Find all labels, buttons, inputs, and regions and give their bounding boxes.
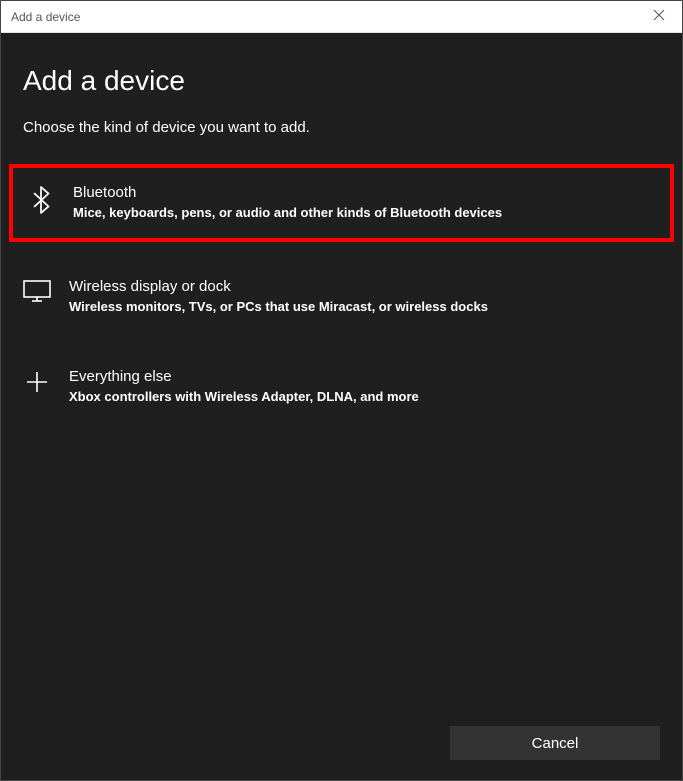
dialog-window: Add a device Add a device Choose the kin… (0, 0, 683, 781)
cancel-button[interactable]: Cancel (450, 726, 660, 760)
option-desc: Xbox controllers with Wireless Adapter, … (69, 389, 660, 404)
close-button[interactable] (636, 1, 682, 33)
option-text: Bluetooth Mice, keyboards, pens, or audi… (73, 184, 656, 220)
device-option-wireless-display[interactable]: Wireless display or dock Wireless monito… (9, 262, 674, 332)
plus-icon (23, 370, 51, 394)
option-title: Everything else (69, 368, 660, 385)
option-text: Wireless display or dock Wireless monito… (69, 278, 660, 314)
dialog-content: Add a device Choose the kind of device y… (1, 33, 682, 780)
page-heading: Add a device (23, 65, 660, 97)
window-title: Add a device (11, 10, 80, 24)
option-title: Bluetooth (73, 184, 656, 201)
device-options-list: Bluetooth Mice, keyboards, pens, or audi… (9, 164, 674, 422)
monitor-icon (23, 280, 51, 302)
device-option-bluetooth[interactable]: Bluetooth Mice, keyboards, pens, or audi… (9, 164, 674, 242)
page-subheading: Choose the kind of device you want to ad… (23, 119, 660, 136)
device-option-everything-else[interactable]: Everything else Xbox controllers with Wi… (9, 352, 674, 422)
titlebar: Add a device (1, 1, 682, 33)
dialog-footer: Cancel (450, 726, 660, 760)
option-desc: Wireless monitors, TVs, or PCs that use … (69, 299, 660, 314)
bluetooth-icon (27, 186, 55, 214)
option-title: Wireless display or dock (69, 278, 660, 295)
close-icon (653, 8, 665, 26)
option-text: Everything else Xbox controllers with Wi… (69, 368, 660, 404)
option-desc: Mice, keyboards, pens, or audio and othe… (73, 205, 656, 220)
